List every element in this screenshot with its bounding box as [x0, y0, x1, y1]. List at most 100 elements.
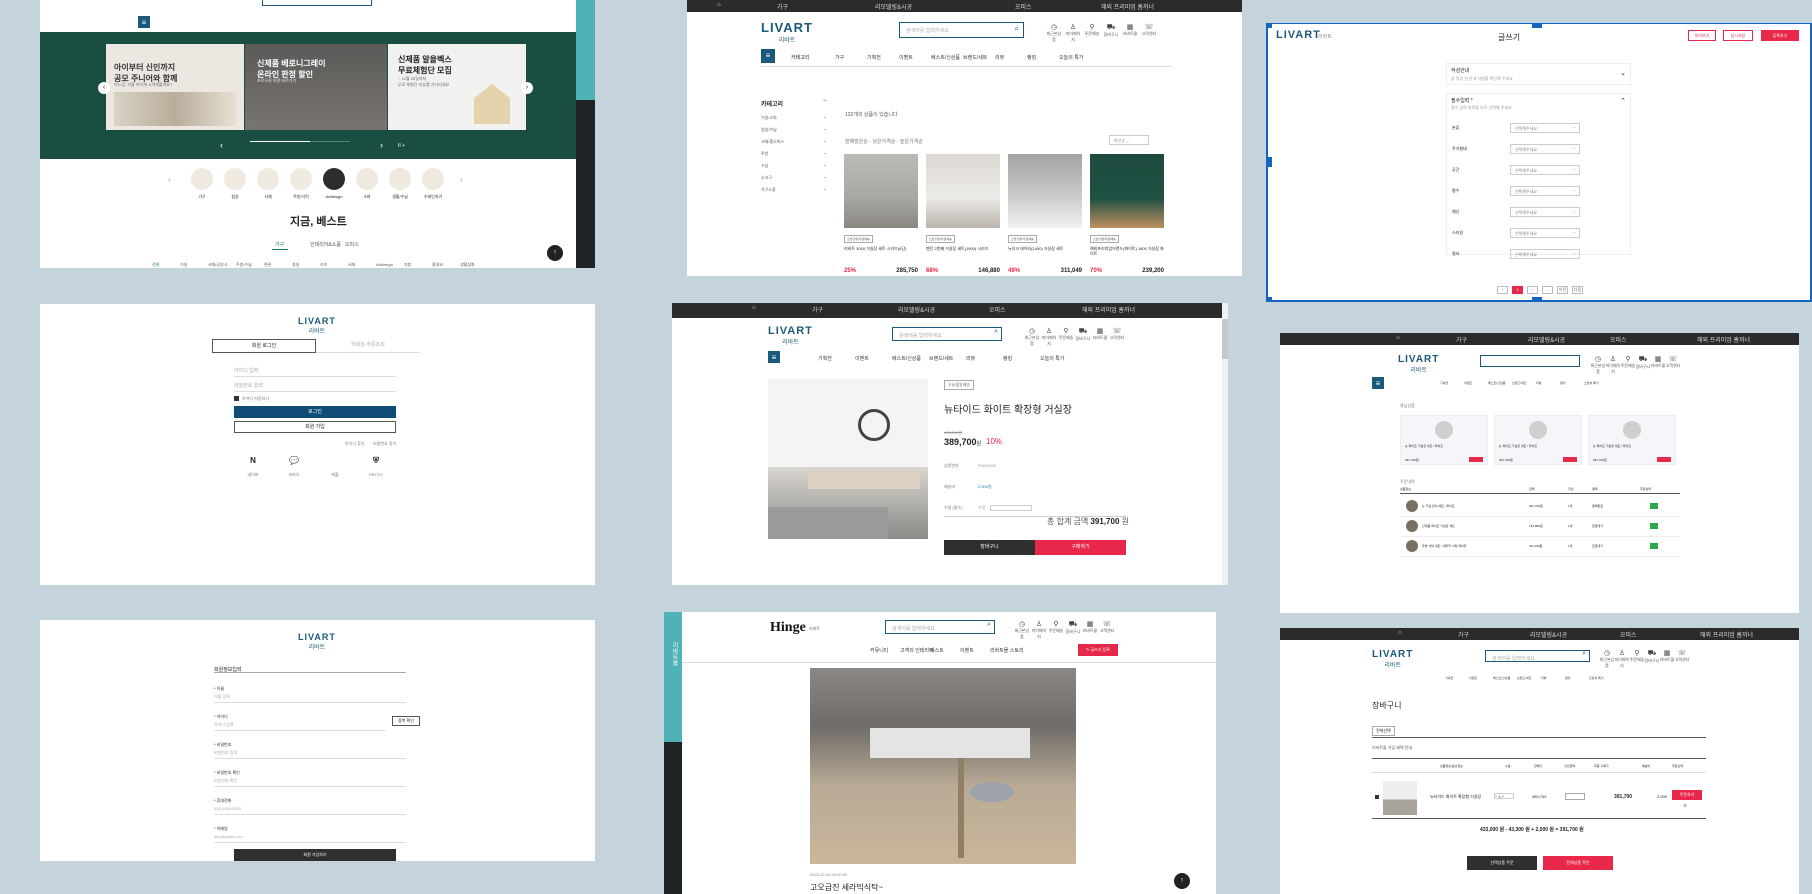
header-icon[interactable]: ◷ 최근본상품 [1024, 327, 1040, 347]
menu-item[interactable]: 브랜드/세트 [1512, 381, 1527, 385]
wish-cart-button[interactable] [1563, 457, 1577, 462]
header-icon[interactable]: ♙ 마이페이지 [1614, 649, 1630, 669]
search-icon[interactable]: ⌕ [1582, 650, 1586, 658]
best-subtab[interactable]: 서재/공부시 [208, 262, 228, 268]
sidebar-item[interactable]: 주방 [761, 151, 768, 157]
p2-sort-select[interactable]: 최신순 ⌄ [1109, 135, 1149, 145]
form-row-select[interactable]: 선택해주세요 ⌄ [1510, 144, 1580, 154]
wish-card[interactable]: 뉴 화이트 거실장 세트 / 화이트 391,700원 [1588, 415, 1676, 465]
pager-button[interactable]: › [1527, 286, 1538, 294]
signup-input[interactable]: 비밀번호 입력 [214, 750, 406, 759]
best-subtab[interactable]: 홈데코 [432, 262, 443, 268]
category-item[interactable]: 주방/식탁 [287, 168, 315, 202]
tab-guest-order[interactable]: 비회원 주문조회 [316, 339, 420, 353]
header-icon[interactable]: ⚲ 주문배송 [1620, 355, 1636, 369]
header-icon[interactable]: ♙ 마이페이지 [1041, 327, 1057, 347]
topbar-item[interactable]: 해외 프리미엄 홈까너 [1082, 305, 1135, 314]
sidebar-item[interactable]: 소가구 [761, 175, 772, 181]
sidebar-item[interactable]: 수납 [761, 163, 768, 169]
p1-menu-button[interactable]: ≡ [138, 16, 150, 28]
home-icon[interactable]: ⌂ [1396, 335, 1400, 341]
signup-input[interactable]: 비밀번호 확인 [214, 778, 406, 787]
header-icon[interactable]: ☏ 고객센터 [1665, 355, 1681, 369]
banner-arrow-right[interactable]: › [380, 140, 383, 150]
p6-category-button[interactable]: ≡ [1372, 377, 1384, 389]
form-row-select[interactable]: 선택해주세요 ⌄ [1510, 165, 1580, 175]
header-icon[interactable]: ◷ 최근본상품 [1014, 620, 1030, 640]
order-name[interactable]: 뉴 거실 장식 세트 / 화이트 [1422, 504, 1455, 508]
menu-item[interactable]: 기획전 [1445, 676, 1453, 680]
menu-item[interactable]: 기획전 [867, 54, 881, 61]
signup-submit-button[interactable]: 회원 가입하기 [234, 849, 396, 861]
wish-card[interactable]: 뉴 화이트 거실장 세트 / 화이트 391,700원 [1494, 415, 1582, 465]
order-action[interactable] [1650, 543, 1658, 549]
search-icon[interactable]: ⌕ [1015, 24, 1019, 34]
header-icon[interactable]: ▦ 리바트몰 [1092, 327, 1108, 341]
chevron-down-icon[interactable]: ⌄ [823, 186, 827, 192]
header-icon[interactable]: ☏ 고객센터 [1674, 649, 1690, 663]
product-card[interactable]: 오늘출발/무료배송 펜던 2번째 거실장 세트(1900) 시리즈 68% 146,8… [926, 154, 1000, 276]
chevron-down-icon[interactable]: ⌄ [823, 174, 827, 180]
header-icon[interactable]: ▦ 리바트몰 [1659, 649, 1675, 663]
topbar-item[interactable]: 가구 [812, 305, 823, 314]
menu-item[interactable]: 고객의 인테리어 [900, 647, 934, 654]
signup-input[interactable]: abc@gmail.com [214, 834, 406, 843]
form-row-select[interactable]: 선택해주세요 ⌄ [1510, 186, 1580, 196]
pager-button[interactable]: 다음 [1572, 286, 1583, 294]
topbar-item[interactable]: 가구 [777, 2, 788, 11]
banner-2[interactable]: 신제품 베로니그레이 온라인 판정 할인 프로모션 하면 바로가기 [245, 44, 387, 130]
p2-filters[interactable]: 판매많은순 · 낮은가격순 · 높은가격순 [845, 138, 923, 145]
header-icon[interactable]: ☏ 고객센터 [1099, 620, 1115, 634]
menu-item[interactable]: 베스트/신상품 [1493, 676, 1510, 680]
best-subtab[interactable]: 생활잡화 [460, 262, 475, 268]
order-action[interactable] [1650, 503, 1658, 509]
id-input[interactable]: 아이디 입력 [234, 367, 396, 377]
header-icon[interactable]: ▦ 리바트몰 [1122, 23, 1138, 37]
banner-page-indicator[interactable]: II + [398, 143, 405, 149]
category-item[interactable]: 소파 [353, 168, 381, 202]
resize-handle-bl[interactable] [1266, 297, 1272, 302]
header-icon[interactable]: ⚲ 주문배송 [1048, 620, 1064, 634]
header-icon[interactable]: ♙ 마이페이지 [1065, 23, 1081, 43]
p4-logo[interactable]: LIVART 리바트 [298, 316, 336, 335]
category-item[interactable]: Artdesign [320, 168, 348, 202]
banner-3[interactable]: 신제품 알을벡스 무료체험단 모집 ~ 12월 26일까지 무료 체험단 리뷰를… [388, 44, 526, 130]
header-icon[interactable]: ◷ 최근본상품 [1046, 23, 1062, 43]
header-icon[interactable]: ⛟ 장바구니 [1644, 649, 1660, 664]
p6-search-input[interactable] [1480, 355, 1580, 367]
menu-item[interactable]: 랭킹 [1565, 676, 1571, 680]
pager-button[interactable]: ‹ [1497, 286, 1508, 294]
menu-item[interactable]: 커뮤니티 [870, 647, 888, 654]
menu-item[interactable]: 이벤트 [1464, 381, 1472, 385]
wish-cart-button[interactable] [1657, 457, 1671, 462]
select-all-button[interactable]: 전체선택 [1372, 726, 1395, 736]
p5-search-input[interactable]: 검색어를 입력하세요 ⌕ [892, 327, 1002, 341]
search-icon[interactable]: ⌕ [994, 328, 998, 336]
p2-search-input[interactable]: 검색어를 입력하세요 ⌕ [899, 22, 1024, 38]
product-card[interactable]: 오늘출발/무료배송 해외프리미엄브랜드(화이트) 1800 거실장 화이트 70% 2… [1090, 154, 1164, 276]
menu-item[interactable]: 베스트/신상품 [931, 54, 960, 61]
quantity-stepper[interactable] [990, 505, 1032, 511]
chevron-down-icon[interactable]: ⌄ [823, 114, 827, 120]
menu-item[interactable]: 오늘의 특가 [1589, 676, 1604, 680]
home-icon[interactable]: ⌂ [1398, 630, 1402, 636]
header-icon[interactable]: ⛟ 장바구니 [1103, 23, 1119, 38]
header-icon[interactable]: ♙ 마이페이지 [1031, 620, 1047, 640]
category-item[interactable]: 서재 [254, 168, 282, 202]
order-action[interactable] [1650, 523, 1658, 529]
menu-item[interactable]: 리바트몰 스토리 [990, 647, 1024, 654]
header-icon[interactable]: ⛟ 장바구니 [1065, 620, 1081, 635]
wish-card[interactable]: 뉴 화이트 거실장 세트 / 화이트 391,700원 [1400, 415, 1488, 465]
menu-item[interactable]: 랭킹 [1560, 381, 1566, 385]
topbar-item[interactable]: 오피스 [1610, 335, 1627, 344]
banner-1[interactable]: 아이부터 신인까지 공모 주니어와 함께 어느덧, 가을 하이게 시작해볼까요? [106, 44, 244, 130]
cart-item-delete[interactable]: ⊗ [1683, 803, 1687, 809]
p1-search[interactable] [262, 0, 372, 6]
best-tab[interactable]: 가구 [275, 241, 284, 248]
sidebar-item[interactable]: 침실/수납 [761, 127, 777, 133]
scroll-top-button[interactable]: ↑ [547, 245, 563, 261]
signup-input[interactable]: 이름 입력 [214, 694, 406, 703]
p5-scrollbar[interactable] [1222, 303, 1228, 585]
best-subtab[interactable]: 거실 [180, 262, 187, 268]
chevron-down-icon[interactable]: ⌄ [823, 150, 827, 156]
